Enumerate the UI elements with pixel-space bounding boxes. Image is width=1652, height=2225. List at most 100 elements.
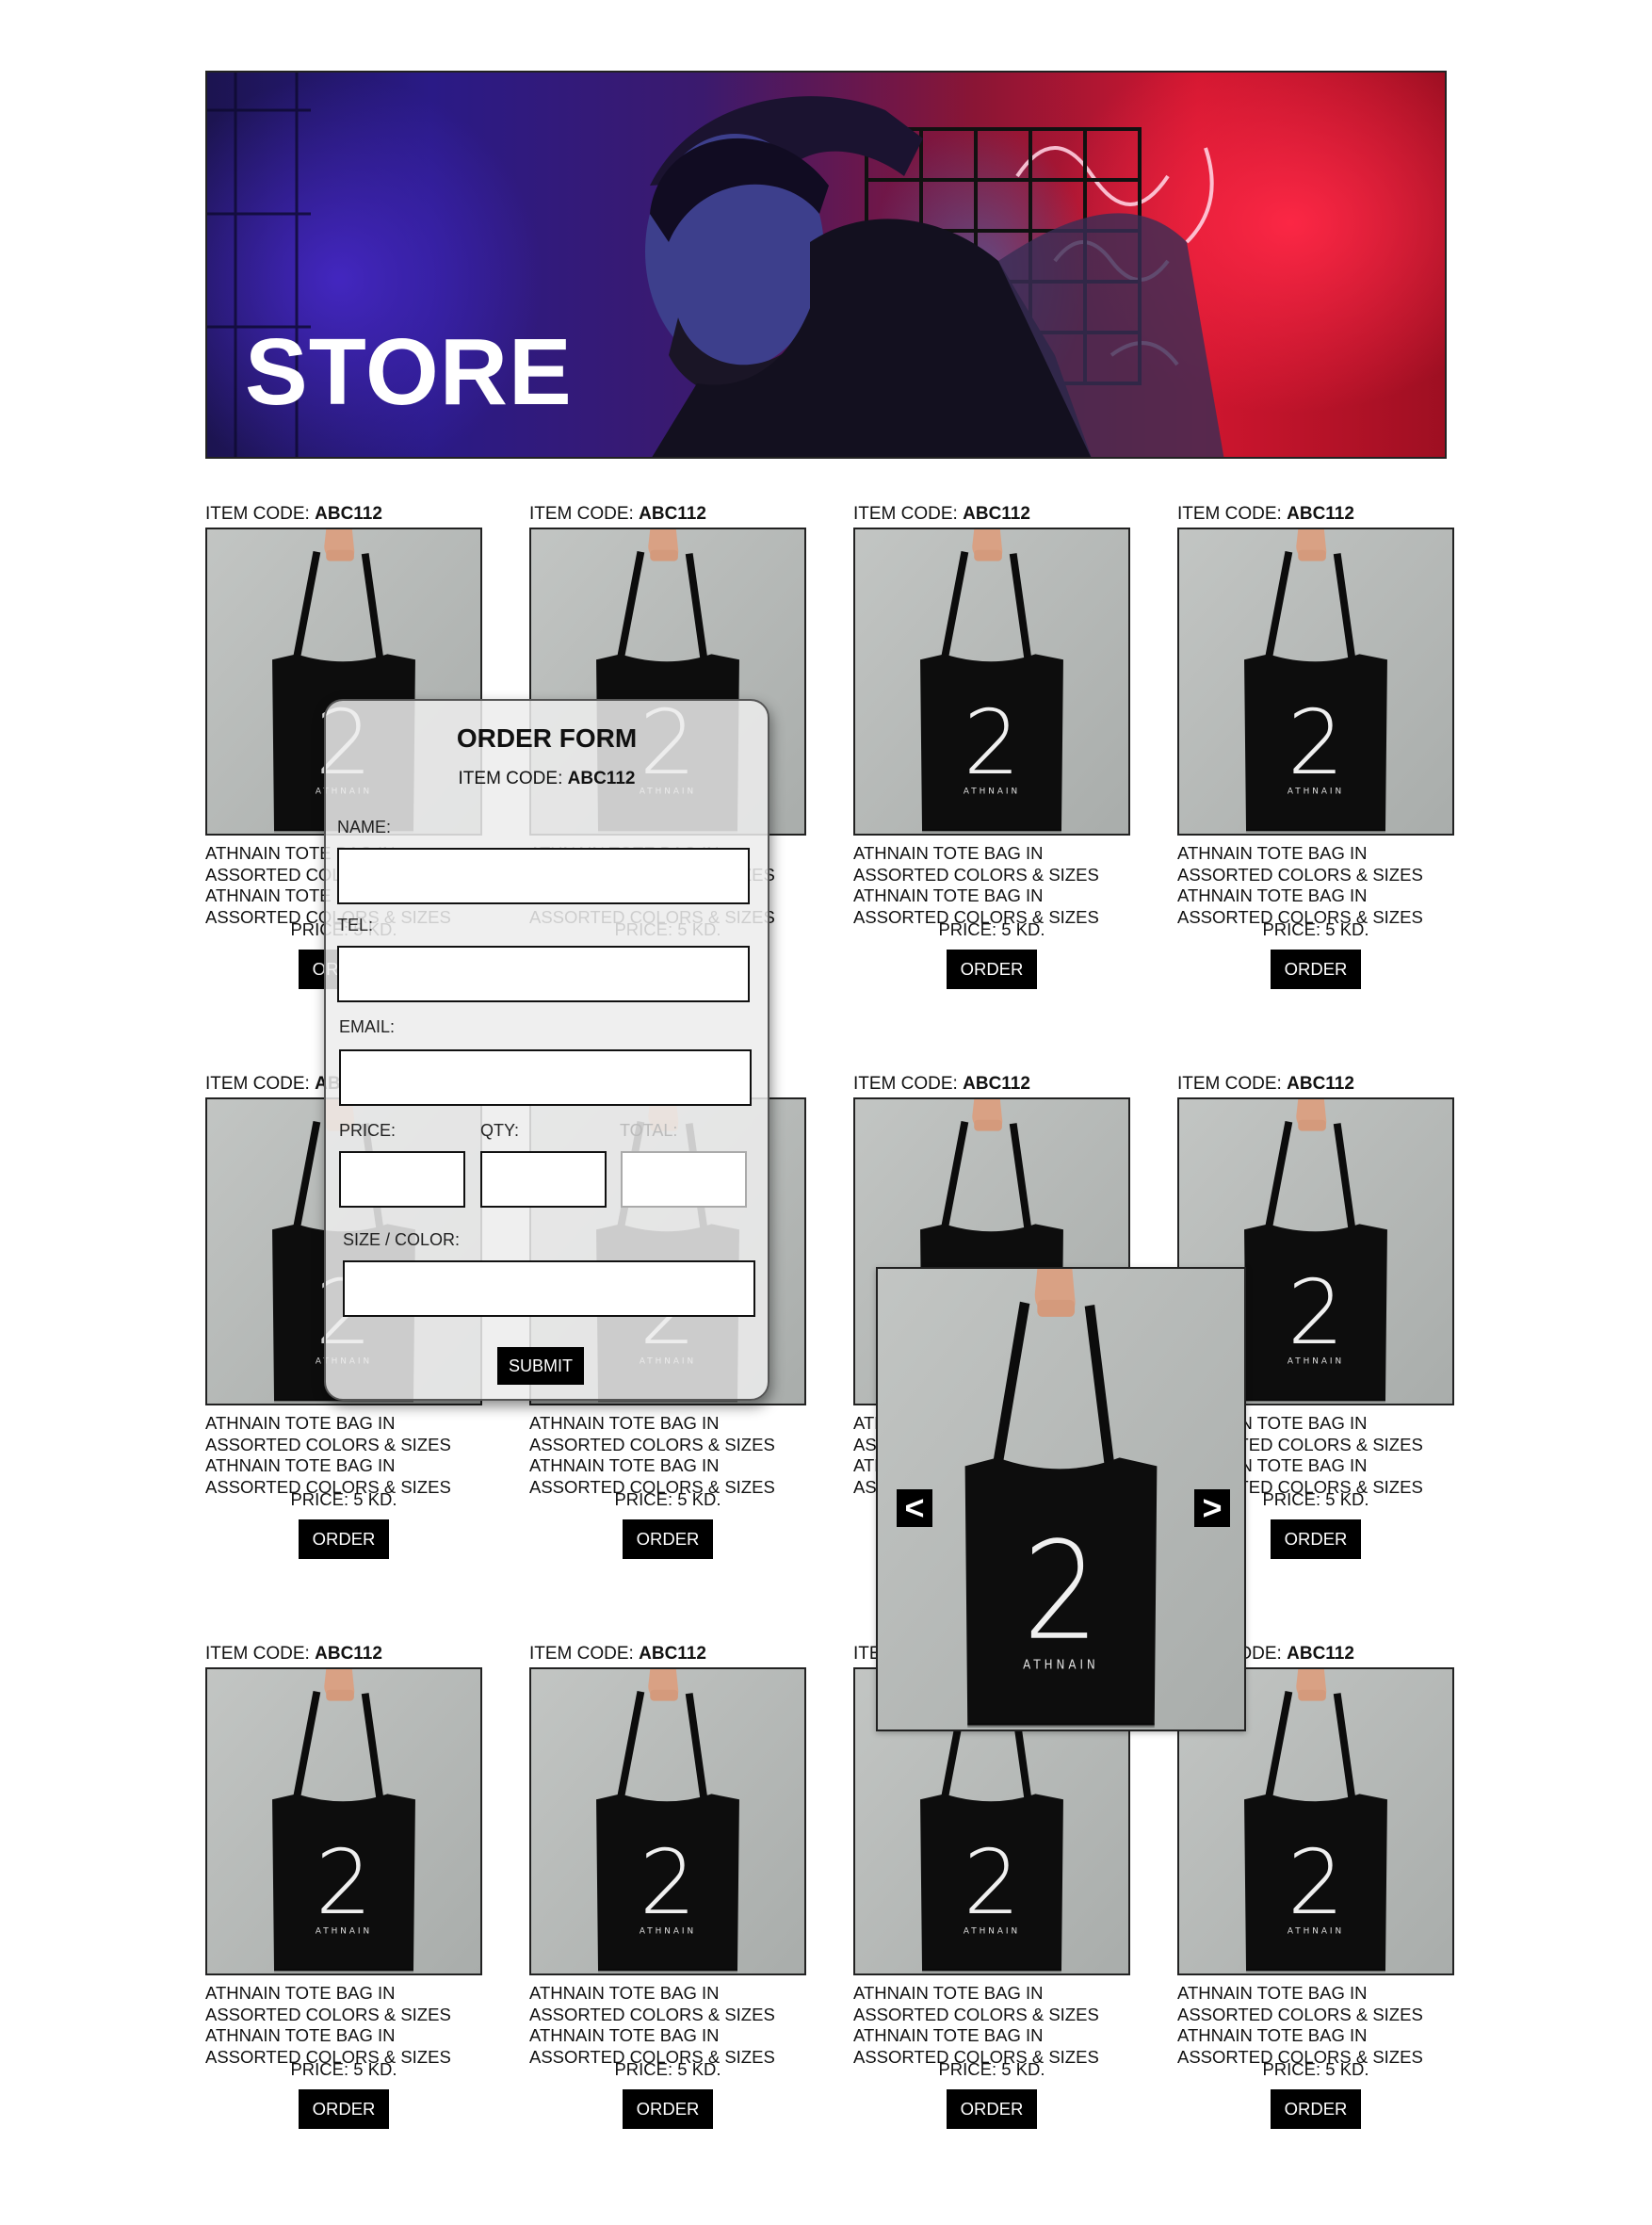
- product-description: ATHNAIN TOTE BAG INASSORTED COLORS & SIZ…: [853, 843, 1136, 928]
- bag-print-number: 2: [640, 1831, 696, 1935]
- product-description: ATHNAIN TOTE BAG INASSORTED COLORS & SIZ…: [205, 1413, 488, 1498]
- bag-print-number: 2: [316, 1831, 372, 1935]
- description-line: ASSORTED COLORS & SIZES: [1177, 2004, 1423, 2024]
- product-description: ATHNAIN TOTE BAG INASSORTED COLORS & SIZ…: [529, 1983, 812, 2068]
- bag-print-number: 2: [1288, 1831, 1344, 1935]
- product-description: ATHNAIN TOTE BAG INASSORTED COLORS & SIZ…: [205, 1983, 488, 2068]
- description-line: ATHNAIN TOTE BAG IN: [1177, 2025, 1368, 2045]
- submit-button[interactable]: SUBMIT: [497, 1347, 584, 1385]
- order-button[interactable]: ORDER: [947, 2089, 1037, 2129]
- lightbox-photo: 2 ATHNAIN: [878, 1269, 1244, 1730]
- product-card: ITEM CODE: ABC1122ATHNAIN ATHNAIN TOTE BA…: [205, 1644, 482, 2171]
- order-button[interactable]: ORDER: [623, 2089, 713, 2129]
- description-line: ATHNAIN TOTE BAG IN: [529, 1983, 720, 2003]
- price-label: PRICE:: [339, 1121, 397, 1140]
- order-button[interactable]: ORDER: [299, 2089, 389, 2129]
- item-code-value: ABC112: [315, 1644, 382, 1664]
- product-price: PRICE: 5 KD.: [290, 2059, 397, 2079]
- bag-print-brand: ATHNAIN: [1023, 1657, 1099, 1672]
- order-form: ORDER FORM ITEM CODE: ABC112 NAME: TEL: …: [324, 699, 769, 1401]
- item-code-label: ITEM CODE:: [458, 769, 563, 788]
- item-code: ITEM CODE: ABC112: [529, 504, 706, 525]
- product-grid: ITEM CODE: ABC1122ATHNAINATHNAIN TOTE BA…: [0, 0, 1652, 2225]
- item-code-label: ITEM CODE:: [529, 1644, 634, 1664]
- item-code: ITEM CODE: ABC112: [853, 1074, 1030, 1095]
- order-button[interactable]: ORDER: [947, 950, 1037, 989]
- item-code: ITEM CODE: ABC112: [1177, 504, 1354, 525]
- total-label: TOTAL:: [620, 1121, 678, 1140]
- description-line: ATHNAIN TOTE BAG IN: [853, 1983, 1044, 2003]
- tel-input[interactable]: [337, 946, 750, 1002]
- bag-print-number: 2: [964, 691, 1020, 795]
- order-button[interactable]: ORDER: [1271, 2089, 1361, 2129]
- product-price: PRICE: 5 KD.: [1262, 2059, 1369, 2079]
- order-button[interactable]: ORDER: [1271, 1519, 1361, 1559]
- next-arrow-button[interactable]: >: [1194, 1489, 1230, 1527]
- description-line: ASSORTED COLORS & SIZES: [529, 1434, 775, 1454]
- order-form-title: ORDER FORM: [456, 723, 638, 753]
- product-price: PRICE: 5 KD.: [1262, 919, 1369, 939]
- product-image[interactable]: 2ATHNAIN: [205, 1667, 482, 1975]
- price-input[interactable]: [339, 1151, 465, 1208]
- description-line: ASSORTED COLORS & SIZES: [205, 2004, 451, 2024]
- bag-print-number: 2: [1023, 1512, 1099, 1669]
- prev-arrow-button[interactable]: <: [897, 1489, 932, 1527]
- description-line: ATHNAIN TOTE BAG IN: [205, 1413, 396, 1433]
- product-card: ITEM CODE: ABC1122ATHNAINATHNAIN TOTE BA…: [529, 1644, 806, 2171]
- description-line: ATHNAIN TOTE BAG IN: [1177, 843, 1368, 863]
- item-code: ITEM CODE: ABC112: [853, 504, 1030, 525]
- total-input[interactable]: [621, 1151, 747, 1208]
- description-line: ASSORTED COLORS & SIZES: [1177, 864, 1423, 885]
- product-image[interactable]: 2ATHNAIN: [1177, 528, 1454, 836]
- item-code-label: ITEM CODE:: [853, 504, 958, 524]
- description-line: ATHNAIN TOTE BAG IN: [853, 885, 1044, 905]
- image-lightbox: 2 ATHNAIN < >: [876, 1267, 1246, 1731]
- qty-label: QTY:: [480, 1121, 520, 1140]
- item-code-value: ABC112: [639, 504, 706, 524]
- item-code-value: ABC112: [963, 504, 1030, 524]
- item-code-label: ITEM CODE:: [529, 504, 634, 524]
- order-button[interactable]: ORDER: [299, 1519, 389, 1559]
- order-button[interactable]: ORDER: [623, 1519, 713, 1559]
- description-line: ASSORTED COLORS & SIZES: [853, 864, 1099, 885]
- name-input[interactable]: [337, 848, 750, 904]
- item-code: ITEM CODE: ABC112: [205, 1644, 382, 1665]
- item-code: ITEM CODE: ABC112: [529, 1644, 706, 1665]
- email-input[interactable]: [339, 1049, 752, 1106]
- item-code-label: ITEM CODE:: [205, 1074, 310, 1094]
- item-code: ITEM CODE: ABC112: [205, 504, 382, 525]
- product-price: PRICE: 5 KD.: [614, 2059, 721, 2079]
- qty-input[interactable]: [480, 1151, 607, 1208]
- item-code-value: ABC112: [963, 1074, 1030, 1094]
- size-color-input[interactable]: [343, 1260, 755, 1317]
- description-line: ASSORTED COLORS & SIZES: [205, 1434, 451, 1454]
- email-label: EMAIL:: [339, 1017, 396, 1036]
- bag-print-number: 2: [964, 1831, 1020, 1935]
- order-button[interactable]: ORDER: [1271, 950, 1361, 989]
- bag-print-brand: ATHNAIN: [1288, 1927, 1344, 1937]
- product-price: PRICE: 5 KD.: [938, 919, 1045, 939]
- item-code-value: ABC112: [567, 769, 636, 788]
- bag-print-brand: ATHNAIN: [964, 788, 1020, 797]
- bag-print-number: 2: [1288, 1261, 1344, 1365]
- bag-print-brand: ATHNAIN: [640, 1927, 696, 1937]
- item-code-label: ITEM CODE:: [205, 504, 310, 524]
- item-code: ITEM CODE: ABC112: [1177, 1074, 1354, 1095]
- description-line: ATHNAIN TOTE BAG IN: [529, 1455, 720, 1475]
- product-image[interactable]: 2ATHNAIN: [529, 1667, 806, 1975]
- description-line: ATHNAIN TOTE BAG IN: [1177, 885, 1368, 905]
- size-color-label: SIZE / COLOR:: [343, 1230, 461, 1249]
- item-code-value: ABC112: [639, 1644, 706, 1664]
- bag-print-brand: ATHNAIN: [964, 1927, 1020, 1937]
- item-code-label: ITEM CODE:: [1177, 504, 1282, 524]
- product-description: ATHNAIN TOTE BAG INASSORTED COLORS & SIZ…: [853, 1983, 1136, 2068]
- product-description: ATHNAIN TOTE BAG INASSORTED COLORS & SIZ…: [1177, 843, 1460, 928]
- description-line: ATHNAIN TOTE BAG IN: [1177, 1983, 1368, 2003]
- product-description: ATHNAIN TOTE BAG INASSORTED COLORS & SIZ…: [1177, 1983, 1460, 2068]
- name-label: NAME:: [337, 818, 392, 836]
- description-line: ATHNAIN TOTE BAG IN: [205, 2025, 396, 2045]
- product-image[interactable]: 2ATHNAIN: [853, 528, 1130, 836]
- description-line: ATHNAIN TOTE BAG IN: [529, 1413, 720, 1433]
- item-code-value: ABC112: [1287, 1074, 1354, 1094]
- description-line: ATHNAIN TOTE BAG IN: [205, 1455, 396, 1475]
